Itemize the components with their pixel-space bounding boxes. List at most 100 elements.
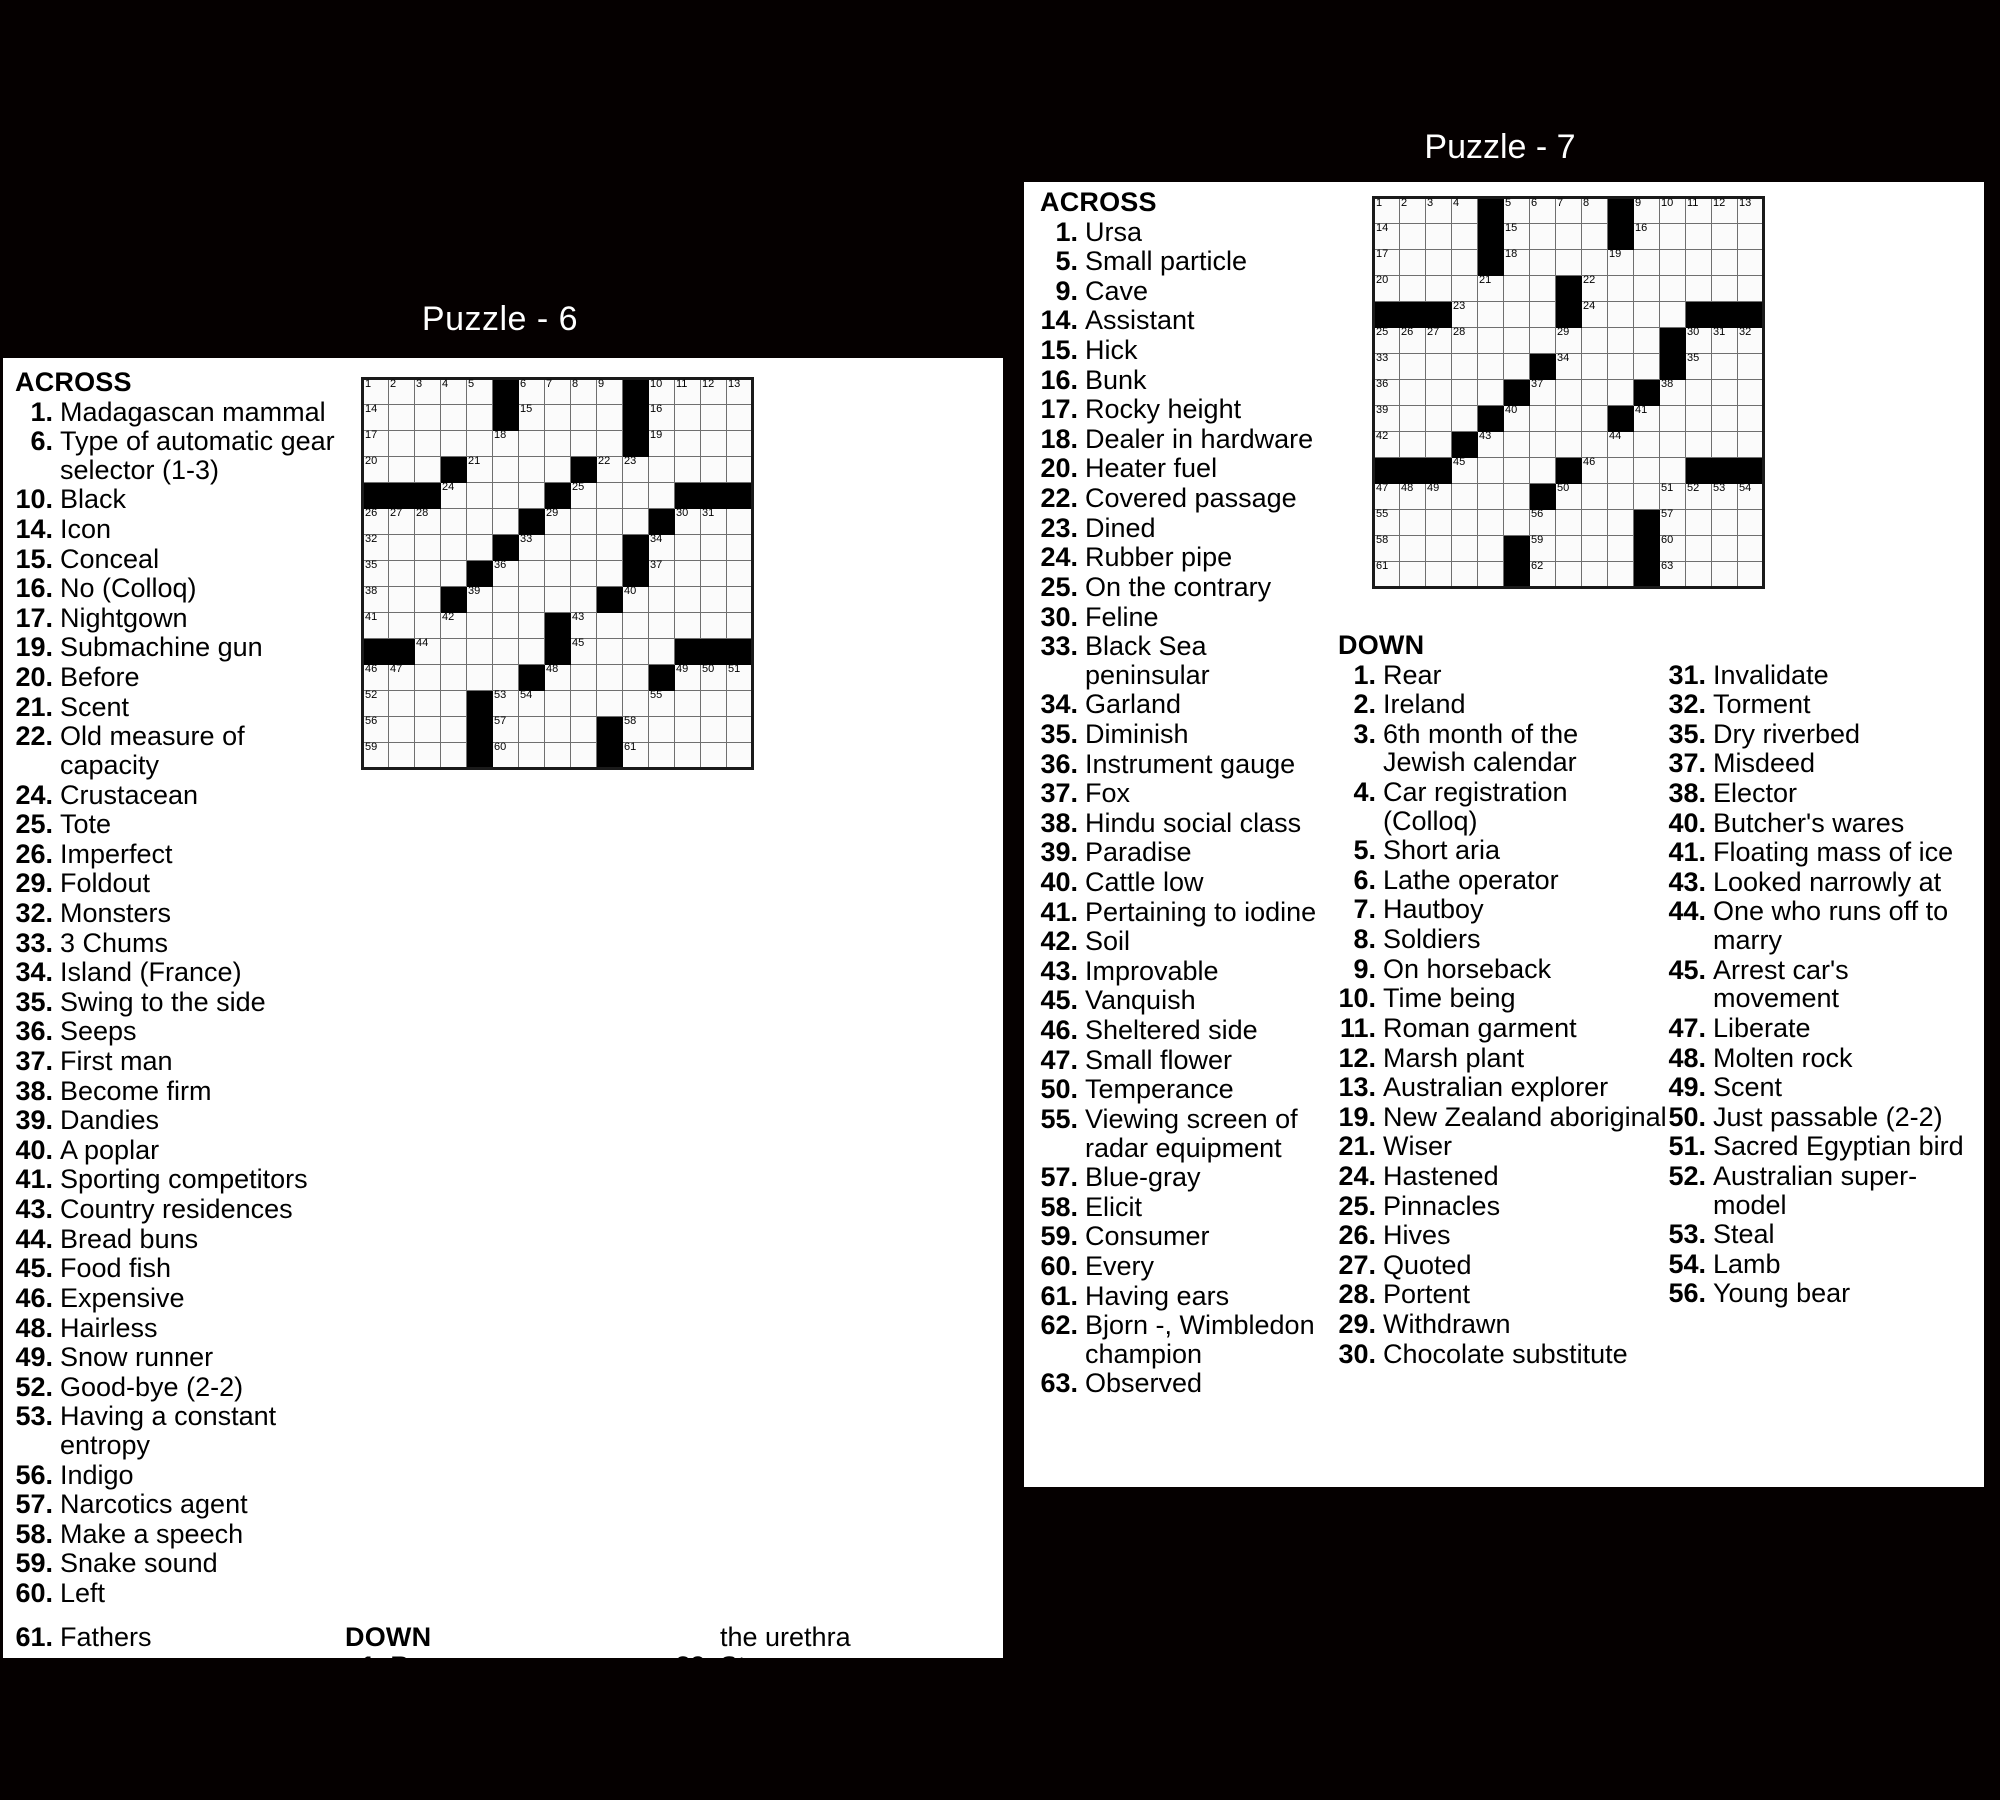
- grid-cell[interactable]: [596, 664, 623, 691]
- grid-cell[interactable]: [674, 534, 701, 561]
- grid-cell[interactable]: [1633, 353, 1660, 380]
- grid-cell[interactable]: 7: [1555, 197, 1582, 224]
- grid-cell[interactable]: [1711, 353, 1738, 380]
- grid-cell[interactable]: [726, 586, 753, 613]
- grid-cell[interactable]: [1555, 405, 1582, 432]
- grid-cell[interactable]: [1581, 223, 1608, 250]
- grid-cell[interactable]: 11: [1685, 197, 1712, 224]
- grid-cell[interactable]: [570, 690, 597, 717]
- grid-cell[interactable]: [674, 690, 701, 717]
- grid-cell[interactable]: [440, 508, 467, 535]
- grid-cell[interactable]: 19: [1607, 248, 1634, 276]
- grid-cell[interactable]: [1399, 405, 1426, 432]
- grid-cell[interactable]: 19: [648, 429, 675, 457]
- grid-cell[interactable]: [1607, 509, 1634, 536]
- grid-cell[interactable]: [1711, 405, 1738, 432]
- grid-cell[interactable]: [1425, 535, 1452, 562]
- grid-cell[interactable]: [1659, 275, 1686, 302]
- grid-cell[interactable]: 29: [1555, 326, 1582, 354]
- grid-cell[interactable]: 42: [1373, 430, 1400, 458]
- grid-cell[interactable]: [1503, 483, 1530, 510]
- grid-cell[interactable]: 33: [1373, 352, 1400, 380]
- grid-cell[interactable]: [1425, 431, 1452, 458]
- grid-cell[interactable]: [1399, 379, 1426, 406]
- grid-cell[interactable]: 48: [544, 663, 571, 691]
- grid-cell[interactable]: 9: [596, 378, 623, 405]
- grid-cell[interactable]: [726, 716, 753, 743]
- grid-cell[interactable]: 44: [414, 637, 441, 665]
- grid-cell[interactable]: [622, 612, 649, 639]
- grid-cell[interactable]: [726, 612, 753, 639]
- grid-cell[interactable]: [1607, 301, 1634, 328]
- grid-cell[interactable]: 56: [1529, 508, 1556, 536]
- grid-cell[interactable]: [1711, 431, 1738, 458]
- grid-cell[interactable]: 38: [1659, 378, 1686, 406]
- grid-cell[interactable]: 16: [648, 403, 675, 431]
- grid-cell[interactable]: [1633, 249, 1660, 276]
- grid-cell[interactable]: [570, 560, 597, 587]
- grid-cell[interactable]: [596, 612, 623, 639]
- grid-cell[interactable]: [726, 456, 753, 483]
- grid-cell[interactable]: 22: [1581, 274, 1608, 302]
- grid-cell[interactable]: [1685, 535, 1712, 562]
- grid-cell[interactable]: [596, 690, 623, 717]
- grid-cell[interactable]: 40: [1503, 404, 1530, 432]
- grid-cell[interactable]: [388, 404, 415, 431]
- grid-cell[interactable]: [1737, 405, 1764, 432]
- grid-cell[interactable]: [700, 612, 727, 639]
- grid-cell[interactable]: [1529, 249, 1556, 276]
- grid-cell[interactable]: 26: [1399, 326, 1426, 354]
- grid-cell[interactable]: 34: [648, 533, 675, 561]
- grid-cell[interactable]: [700, 742, 727, 769]
- grid-cell[interactable]: [570, 716, 597, 743]
- grid-cell[interactable]: [1477, 535, 1504, 562]
- grid-cell[interactable]: [1685, 223, 1712, 250]
- grid-cell[interactable]: [1425, 561, 1452, 588]
- grid-cell[interactable]: 62: [1529, 560, 1556, 588]
- puzzle-6-grid[interactable]: 1 2 3 4 5 6 7 8 9 10 11 12 13 14 15 16 17 18 19 20 21 22 23 24 2…: [361, 377, 754, 770]
- grid-cell[interactable]: [440, 430, 467, 457]
- grid-cell[interactable]: [570, 742, 597, 769]
- grid-cell[interactable]: 23: [1451, 300, 1478, 328]
- grid-cell[interactable]: 23: [622, 455, 649, 483]
- grid-cell[interactable]: 1: [1373, 197, 1400, 224]
- grid-cell[interactable]: 53: [492, 689, 519, 717]
- grid-cell[interactable]: 60: [492, 741, 519, 769]
- grid-cell[interactable]: 21: [1477, 274, 1504, 302]
- grid-cell[interactable]: [1503, 509, 1530, 536]
- grid-cell[interactable]: [1529, 457, 1556, 484]
- grid-cell[interactable]: [544, 560, 571, 587]
- grid-cell[interactable]: [492, 456, 519, 483]
- grid-cell[interactable]: [1399, 249, 1426, 276]
- grid-cell[interactable]: [1399, 535, 1426, 562]
- grid-cell[interactable]: [674, 716, 701, 743]
- grid-cell[interactable]: [1555, 249, 1582, 276]
- grid-cell[interactable]: 9: [1633, 197, 1660, 224]
- grid-cell[interactable]: 4: [1451, 197, 1478, 224]
- grid-cell[interactable]: [1503, 431, 1530, 458]
- grid-cell[interactable]: [1399, 223, 1426, 250]
- grid-cell[interactable]: 29: [544, 507, 571, 535]
- grid-cell[interactable]: [1581, 431, 1608, 458]
- grid-cell[interactable]: 33: [518, 533, 545, 561]
- grid-cell[interactable]: [1451, 561, 1478, 588]
- grid-cell[interactable]: [1581, 483, 1608, 510]
- grid-cell[interactable]: [414, 690, 441, 717]
- grid-cell[interactable]: [1555, 431, 1582, 458]
- grid-cell[interactable]: 52: [362, 689, 389, 717]
- grid-cell[interactable]: 5: [466, 378, 493, 405]
- grid-cell[interactable]: 3: [1425, 197, 1452, 224]
- grid-cell[interactable]: [1659, 223, 1686, 250]
- grid-cell[interactable]: 15: [518, 403, 545, 431]
- grid-cell[interactable]: [414, 534, 441, 561]
- grid-cell[interactable]: 24: [440, 481, 467, 509]
- grid-cell[interactable]: [1711, 223, 1738, 250]
- grid-cell[interactable]: [1425, 405, 1452, 432]
- grid-cell[interactable]: [1581, 509, 1608, 536]
- grid-cell[interactable]: [544, 456, 571, 483]
- grid-cell[interactable]: [726, 690, 753, 717]
- grid-cell[interactable]: [1685, 431, 1712, 458]
- grid-cell[interactable]: [492, 586, 519, 613]
- grid-cell[interactable]: 13: [726, 378, 753, 405]
- grid-cell[interactable]: 37: [648, 559, 675, 587]
